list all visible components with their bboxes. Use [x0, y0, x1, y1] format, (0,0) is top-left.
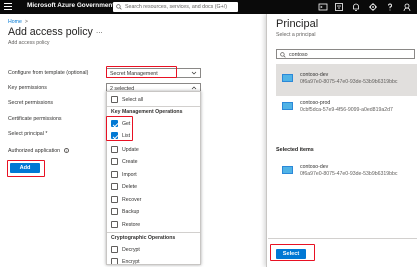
settings-icon[interactable] — [368, 2, 378, 12]
panel-footer-divider — [268, 238, 417, 239]
selected-item-name: contoso-dev — [300, 164, 329, 170]
highlight-box-template — [106, 66, 177, 78]
topbar-icons — [318, 2, 415, 12]
search-icon — [116, 3, 122, 10]
global-search-input[interactable]: Search resources, services, and docs (G+… — [113, 2, 238, 12]
group-heading-cryptographic: Cryptographic Operations — [111, 235, 176, 241]
app-registration-icon — [282, 166, 293, 174]
select-all-option[interactable]: Select all — [111, 96, 199, 104]
option-import[interactable]: Import — [111, 171, 199, 179]
option-create[interactable]: Create — [111, 158, 199, 166]
checkbox-decrypt[interactable] — [111, 246, 118, 253]
search-icon — [280, 51, 286, 58]
option-decrypt[interactable]: Decrypt — [111, 246, 199, 254]
hamburger-menu-icon[interactable] — [4, 3, 12, 11]
option-label: Update — [122, 146, 139, 153]
breadcrumb-home[interactable]: Home — [8, 19, 22, 25]
notifications-icon[interactable] — [351, 2, 361, 12]
checkbox-recover[interactable] — [111, 196, 118, 203]
directory-filter-icon[interactable] — [334, 2, 344, 12]
checkbox-update[interactable] — [111, 146, 118, 153]
checkbox-import[interactable] — [111, 171, 118, 178]
breadcrumb-chevron: > — [24, 19, 28, 25]
principal-name: contoso-dev — [300, 72, 329, 78]
option-label: Create — [122, 158, 138, 165]
option-encrypt[interactable]: Encrypt — [111, 258, 199, 265]
option-label: Select all — [122, 96, 144, 103]
option-label: Import — [122, 171, 137, 178]
option-label: Delete — [122, 183, 137, 190]
breadcrumb: Home > — [8, 19, 28, 25]
checkbox-encrypt[interactable] — [111, 258, 118, 264]
list-divider — [107, 106, 200, 107]
top-navigation-bar: Microsoft Azure Government Search resour… — [0, 0, 417, 14]
app-registration-icon — [282, 74, 293, 82]
page-title: Add access policy — [8, 26, 93, 38]
cloud-shell-icon[interactable] — [318, 2, 328, 12]
option-label: Recover — [122, 196, 142, 203]
highlight-box-select — [270, 244, 315, 261]
template-label: Configure from template (optional) — [8, 70, 89, 76]
option-label: Decrypt — [122, 246, 140, 253]
highlight-box-get-list — [106, 116, 133, 141]
selected-item-id: 0f6a97e0-8075-47e0-93de-53b9b6319bbc — [300, 171, 398, 177]
highlight-box-add — [7, 160, 45, 177]
more-options-icon[interactable]: ... — [96, 26, 103, 35]
principal-search-input[interactable]: contoso — [276, 49, 415, 59]
principal-id: 0f6a97e0-8075-47e0-93de-53b9b6319bbc — [300, 79, 398, 85]
portal-brand[interactable]: Microsoft Azure Government — [27, 2, 114, 9]
key-permissions-label: Key permissions — [8, 85, 47, 91]
certificate-permissions-label: Certificate permissions — [8, 116, 62, 122]
checkbox-create[interactable] — [111, 158, 118, 165]
option-delete[interactable]: Delete — [111, 183, 199, 191]
secret-permissions-label: Secret permissions — [8, 100, 54, 106]
principal-title: Principal — [276, 18, 319, 30]
option-update[interactable]: Update — [111, 146, 199, 154]
option-restore[interactable]: Restore — [111, 221, 199, 229]
checkbox-delete[interactable] — [111, 183, 118, 190]
app-registration-icon — [282, 102, 293, 110]
select-principal-label: Select principal * — [8, 131, 48, 137]
principal-subtitle: Select a principal — [276, 32, 316, 38]
page-subtitle: Add access policy — [8, 40, 50, 46]
option-label: Backup — [122, 208, 140, 215]
selected-items-heading: Selected items — [276, 147, 314, 153]
principal-result-contoso-prod[interactable]: contoso-prod 0cbf5dca-57e9-4f56-9099-a0e… — [276, 92, 417, 124]
option-recover[interactable]: Recover — [111, 196, 199, 204]
info-icon[interactable]: i — [64, 148, 69, 153]
group-heading-key-management: Key Management Operations — [111, 109, 183, 115]
principal-name: contoso-prod — [300, 100, 331, 106]
selected-item-contoso-dev[interactable]: contoso-dev 0f6a97e0-8075-47e0-93de-53b9… — [276, 156, 417, 188]
search-placeholder: Search resources, services, and docs (G+… — [125, 3, 228, 10]
option-label: Encrypt — [122, 258, 140, 265]
feedback-icon[interactable] — [402, 2, 412, 12]
principal-id: 0cbf5dca-57e9-4f56-9099-a0ed819a2d7 — [300, 107, 393, 113]
list-divider — [107, 232, 200, 233]
option-backup[interactable]: Backup — [111, 208, 199, 216]
help-icon[interactable] — [385, 2, 395, 12]
checkbox-restore[interactable] — [111, 221, 118, 228]
principal-search-value: contoso — [289, 51, 308, 58]
checkbox-select-all[interactable] — [111, 96, 118, 103]
checkbox-backup[interactable] — [111, 208, 118, 215]
chevron-down-icon — [191, 71, 197, 75]
option-label: Restore — [122, 221, 141, 228]
authorized-application-label: Authorized application — [8, 148, 61, 154]
